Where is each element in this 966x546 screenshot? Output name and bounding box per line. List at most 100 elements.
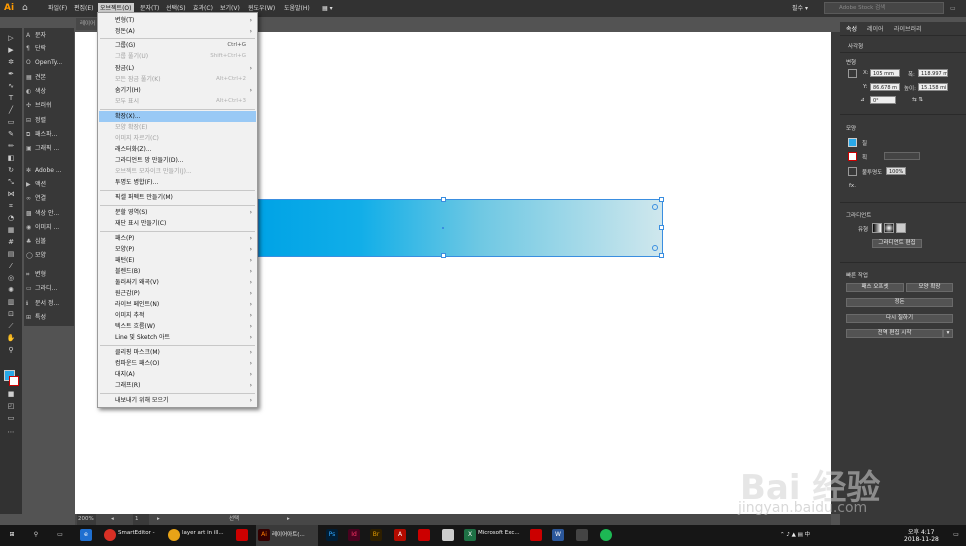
menu-item-ungroup[interactable]: 그룹 풀기(U) Shift+Ctrl+G [99,51,256,62]
menu-item-flatten-transparency[interactable]: 투명도 병합(F)... [99,177,256,188]
app-icon[interactable] [600,529,612,541]
stroke-color-swatch[interactable] [9,376,19,386]
selection-handle[interactable] [659,197,664,202]
menu-item-shape[interactable]: 모양(P) › [99,244,256,255]
selection-handle[interactable] [659,225,664,230]
perspective-grid-tool-icon[interactable]: ▦ [6,226,16,235]
menu-help[interactable]: 도움말(H) [284,3,310,14]
stroke-swatch[interactable] [848,152,857,161]
word-icon[interactable]: W [552,529,564,541]
excel-icon[interactable]: X [464,529,476,541]
windows-start-icon[interactable]: ⊞ [6,529,18,541]
menu-item-artboards[interactable]: 대지(A) › [99,369,256,380]
paintbrush-tool-icon[interactable]: ✎ [6,130,16,139]
tab-libraries[interactable]: 라이브러리 [894,24,922,33]
menu-item-compound-path[interactable]: 컴파운드 패스(O) › [99,358,256,369]
home-icon[interactable]: ⌂ [22,2,34,14]
illustrator-icon[interactable]: Ai [258,529,270,541]
mesh-tool-icon[interactable]: # [6,238,16,247]
menu-item-blend[interactable]: 블렌드(B) › [99,266,256,277]
menu-item-graph[interactable]: 그래프(R) › [99,380,256,391]
taskbar-app-label[interactable]: SmartEditor - [118,530,155,536]
slice-tool-icon[interactable]: ⟋ [6,322,16,331]
screen-mode-icon[interactable]: ▭ [6,414,16,423]
stock-search-input[interactable]: Adobe Stock 검색 [824,2,944,14]
flip-icon[interactable]: ⇆ ⇅ [912,97,923,103]
panel-document-info[interactable]: ℹ 문서 정... [26,298,74,309]
graph-tool-icon[interactable]: ▥ [6,298,16,307]
linear-gradient-icon[interactable] [872,223,882,233]
menu-item-create-object-mosaic[interactable]: 오브젝트 모자이크 만들기(J)... [99,166,256,177]
menu-item-unlock-all[interactable]: 모든 잠금 풀기(K) Alt+Ctrl+2 [99,74,256,85]
panel-adobe-color[interactable]: ✻ Adobe ... [26,165,74,176]
panel-graphic-styles[interactable]: ▣ 그래픽 ... [26,143,74,154]
angle-field[interactable]: 0° [870,96,896,104]
menu-item-arrange[interactable]: 정돈(A) › [99,26,256,37]
gradient-edit-button[interactable]: 그라디언트 편집 [872,239,922,248]
menu-edit[interactable]: 편집(E) [74,3,94,14]
y-field[interactable]: 86.678 m [870,83,900,91]
fx-label[interactable]: fx. [849,183,856,189]
artboard-number[interactable]: 1 [133,514,149,525]
color-mode-icon[interactable]: ■ [6,390,16,399]
zoom-tool-icon[interactable]: ⚲ [6,346,16,355]
rotate-tool-icon[interactable]: ↻ [6,166,16,175]
selection-handle[interactable] [441,197,446,202]
panel-image-trace[interactable]: ◉ 이미지 ... [26,222,74,233]
tab-properties[interactable]: 속성 [846,24,857,33]
task-view-icon[interactable]: ▭ [54,529,66,541]
stroke-weight-field[interactable] [884,152,920,160]
menu-item-live-paint[interactable]: 라이브 페인트(N) › [99,299,256,310]
panel-brushes[interactable]: ✣ 브러쉬 [26,100,74,111]
clock-time[interactable]: 오후 4:17 [908,527,934,536]
bridge-icon[interactable]: Br [370,529,382,541]
artboard-tool-icon[interactable]: ⊡ [6,310,16,319]
gradient-tool-icon[interactable]: ▤ [6,250,16,259]
rectangle-tool-icon[interactable]: ▭ [6,118,16,127]
start-global-edit-button[interactable]: 전역 편집 시작 [846,329,943,338]
taskbar-app-label[interactable]: layer art in ill... [182,530,224,536]
panel-symbols[interactable]: ♣ 심볼 [26,236,74,247]
opacity-field[interactable]: 100% [886,167,906,175]
panel-swatches[interactable]: ▦ 견본 [26,72,74,83]
menu-item-make-pixel-perfect[interactable]: 픽셀 퍼펙트 만들기(M) [99,192,256,203]
eraser-tool-icon[interactable]: ◧ [6,154,16,163]
status-arrow-icon[interactable]: ▸ [287,514,290,525]
panel-attributes[interactable]: ⊞ 특성 [26,312,74,323]
acrobat-icon[interactable]: A [394,529,406,541]
chrome-icon[interactable] [168,529,180,541]
menu-item-expand-appearance[interactable]: 모양 확장(E) [99,122,256,133]
window-controls-icon[interactable]: ▭ [950,3,956,14]
artboard-next-icon[interactable]: ▸ [157,514,160,525]
artboard-prev-icon[interactable]: ◂ [111,514,114,525]
taskbar-app-label[interactable]: 레이어아트(... [272,530,305,538]
vertical-scrollbar[interactable] [831,32,840,514]
app-icon[interactable] [530,529,542,541]
corner-widget[interactable] [652,204,658,210]
panel-appearance[interactable]: ◯ 모양 [26,250,74,261]
panel-actions[interactable]: ▶ 액션 [26,179,74,190]
selection-handle[interactable] [441,253,446,258]
more-tools-icon[interactable]: ⋯ [6,428,16,437]
arrange-button[interactable]: 정돈 [846,298,953,307]
tab-layers[interactable]: 레이어 [867,24,884,33]
global-edit-dropdown-icon[interactable]: ▾ [943,329,953,338]
menu-item-line-sketch-art[interactable]: Line 및 Sketch 아트 › [99,332,256,343]
width-field[interactable]: 118.997 m [918,69,948,77]
taskbar-app-label[interactable]: Microsoft Exc... [478,530,520,536]
search-icon[interactable]: ⚲ [30,529,42,541]
magic-wand-tool-icon[interactable]: ✲ [6,58,16,67]
app-icon[interactable] [418,529,430,541]
corner-widget[interactable] [652,245,658,251]
height-field[interactable]: 15.158 mi [918,83,948,91]
ie-icon[interactable]: e [80,529,92,541]
menu-item-slice[interactable]: 분할 영역(S) › [99,207,256,218]
system-tray-icons[interactable]: ⌃ ♪ ▲ ▤ 中 [780,530,810,538]
reference-point-icon[interactable] [848,69,857,78]
menu-item-pattern[interactable]: 패턴(E) › [99,255,256,266]
menu-item-lock[interactable]: 잠금(L) › [99,63,256,74]
menu-item-expand[interactable]: 확장(X)... [99,111,256,122]
menu-item-hide[interactable]: 숨기기(H) › [99,85,256,96]
clock-date[interactable]: 2018-11-28 [904,536,939,543]
menu-item-text-wrap[interactable]: 텍스트 흐름(W) › [99,321,256,332]
